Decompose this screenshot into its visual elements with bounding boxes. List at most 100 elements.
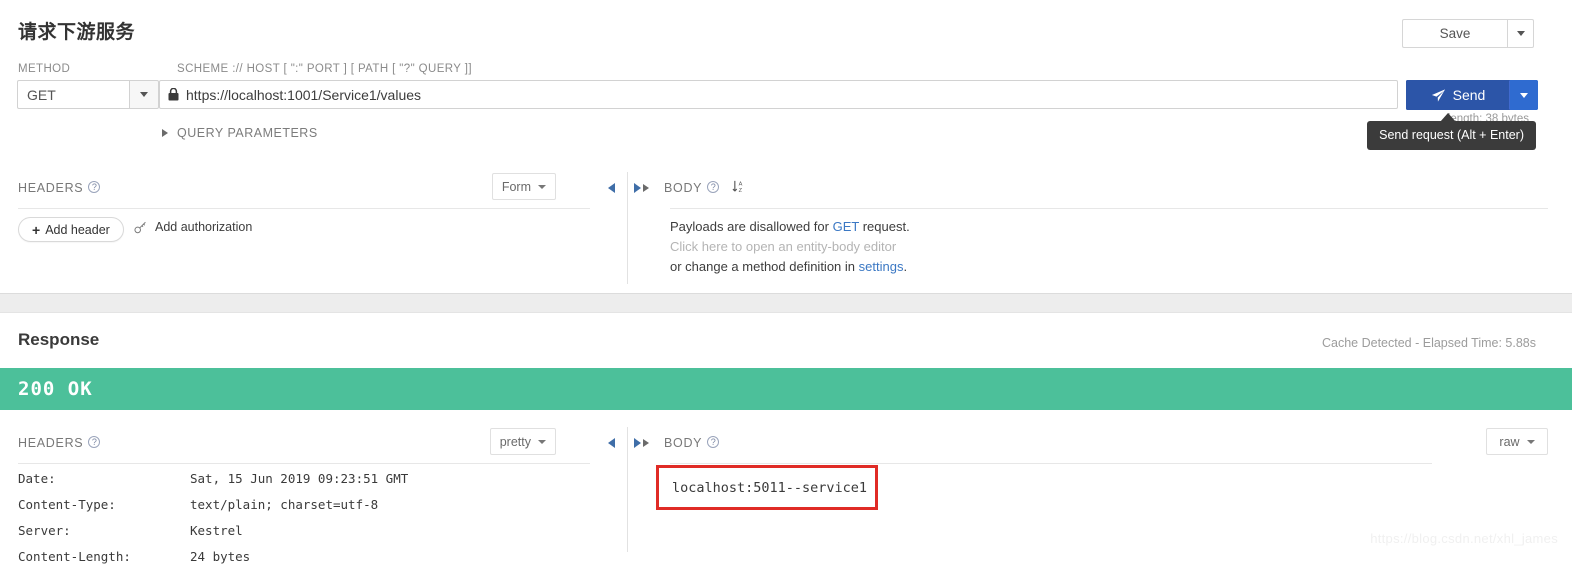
response-headers-table-body: Date: Sat, 15 Jun 2019 09:23:51 GMT Cont…	[18, 471, 408, 575]
request-body-line-2[interactable]: Click here to open an entity-body editor	[670, 237, 910, 257]
table-row: Server: Kestrel	[18, 523, 408, 549]
url-label: SCHEME :// HOST [ ":" PORT ] [ PATH [ "?…	[177, 63, 472, 75]
header-value: Kestrel	[190, 523, 243, 538]
add-header-button[interactable]: + Add header	[18, 217, 124, 242]
header-value: text/plain; charset=utf-8	[190, 497, 379, 512]
svg-text:A: A	[738, 182, 742, 188]
url-value: https://localhost:1001/Service1/values	[186, 86, 422, 103]
send-button[interactable]: Send	[1406, 80, 1510, 110]
cache-detected-info: Cache Detected - Elapsed Time: 5.88s	[1321, 336, 1536, 350]
request-headers-view-select[interactable]: Form	[491, 173, 556, 200]
request-body-line1-post: request.	[859, 219, 910, 234]
request-body-line-3: or change a method definition in setting…	[670, 257, 910, 277]
request-headers-title: HEADERS	[18, 181, 84, 195]
chevron-down-icon	[1516, 31, 1525, 36]
response-body-view-select[interactable]: raw	[1486, 428, 1548, 455]
sort-alpha-icon[interactable]: A Z	[732, 180, 747, 194]
response-panel: Response Cache Detected - Elapsed Time: …	[0, 313, 1572, 564]
response-body-value: localhost:5011--service1	[672, 479, 868, 496]
method-dropdown-toggle[interactable]	[129, 80, 159, 109]
request-headers-view-value: Form	[501, 179, 531, 194]
chevron-down-icon	[1520, 92, 1528, 98]
response-headers-title-wrap: HEADERS?	[18, 434, 101, 452]
response-headers-title: HEADERS	[18, 436, 84, 450]
divider	[670, 463, 1432, 464]
save-button[interactable]: Save	[1402, 19, 1507, 48]
question-mark-icon[interactable]: ?	[88, 181, 101, 193]
request-body-line3-pre: or change a method definition in	[670, 259, 859, 274]
send-tooltip: Send request (Alt + Enter)	[1367, 121, 1536, 150]
query-parameters-label: QUERY PARAMETERS	[177, 126, 318, 140]
collapse-left-icon[interactable]	[608, 438, 615, 448]
request-panel: 请求下游服务 Save METHOD SCHEME :// HOST [ ":"…	[0, 0, 1572, 293]
header-key: Server:	[18, 523, 71, 538]
send-dropdown-toggle[interactable]	[1510, 80, 1538, 110]
triangle-right-icon[interactable]	[643, 439, 649, 447]
save-split-button: Save	[1402, 19, 1534, 48]
chevron-down-icon	[1526, 439, 1535, 444]
divider	[18, 208, 590, 209]
table-row: Date: Sat, 15 Jun 2019 09:23:51 GMT	[18, 471, 408, 497]
save-dropdown-toggle[interactable]	[1507, 19, 1534, 48]
watermark: https://blog.csdn.net/xhl_james	[1370, 531, 1558, 546]
response-body-title-wrap: BODY?	[664, 434, 720, 452]
triangle-right-icon[interactable]	[643, 184, 649, 192]
response-body-view-value: raw	[1499, 434, 1520, 449]
header-key: Date:	[18, 471, 56, 486]
chevron-down-icon	[140, 92, 148, 97]
send-label: Send	[1452, 87, 1486, 103]
response-body-highlight-box: localhost:5011--service1	[656, 465, 878, 510]
add-authorization-label: Add authorization	[155, 220, 253, 234]
request-body-title: BODY	[664, 181, 703, 195]
url-input[interactable]: https://localhost:1001/Service1/values	[159, 80, 1398, 109]
request-body-header: BODY? A Z	[628, 168, 1572, 208]
request-body-settings-link[interactable]: settings	[859, 259, 904, 274]
question-mark-icon[interactable]: ?	[707, 181, 720, 193]
chevron-down-icon	[538, 184, 546, 189]
response-status-text: 200 OK	[18, 378, 93, 400]
header-key: Content-Length:	[18, 549, 131, 564]
method-value[interactable]: GET	[17, 80, 129, 109]
triangle-right-icon	[162, 129, 168, 137]
header-key: Content-Type:	[18, 497, 116, 512]
header-value: 24 bytes	[190, 549, 251, 564]
response-status-band: 200 OK	[0, 368, 1572, 410]
paper-plane-icon	[1431, 88, 1445, 102]
request-headers-title-wrap: HEADERS?	[18, 179, 101, 197]
request-headers-section: HEADERS? Form + Add header Add authoriza…	[0, 168, 615, 293]
request-body-section: BODY? A Z Payloads are disallowed for GE…	[628, 168, 1572, 293]
response-headers-view-select[interactable]: pretty	[489, 428, 556, 455]
page-title: 请求下游服务	[18, 22, 136, 43]
table-row: Content-Type: text/plain; charset=utf-8	[18, 497, 408, 523]
request-body-get-link[interactable]: GET	[833, 219, 860, 234]
divider	[18, 463, 590, 464]
plus-icon: +	[32, 221, 41, 238]
table-row: Content-Length: 24 bytes	[18, 549, 408, 575]
add-header-label: Add header	[45, 222, 110, 237]
svg-text:Z: Z	[738, 188, 742, 194]
response-body-header: BODY?	[628, 423, 1572, 463]
question-mark-icon[interactable]: ?	[707, 436, 720, 448]
response-headers-section: HEADERS? pretty Date: Sat, 15 Jun 2019 0…	[0, 423, 615, 564]
key-icon	[134, 221, 146, 233]
method-label: METHOD	[18, 63, 71, 75]
chevron-down-icon	[538, 439, 546, 444]
request-body-line3-post: .	[903, 259, 908, 274]
collapse-left-icon[interactable]	[608, 183, 615, 193]
request-body-line1-pre: Payloads are disallowed for	[670, 219, 833, 234]
lock-icon	[168, 88, 179, 101]
response-body-title: BODY	[664, 436, 703, 450]
send-split-button: Send	[1406, 80, 1538, 110]
query-parameters-toggle[interactable]: QUERY PARAMETERS	[162, 126, 318, 140]
add-authorization-button[interactable]: Add authorization	[134, 220, 252, 234]
request-body-title-wrap: BODY? A Z	[664, 179, 747, 197]
panel-separator	[0, 293, 1572, 313]
header-value: Sat, 15 Jun 2019 09:23:51 GMT	[190, 471, 409, 486]
response-headers-view-value: pretty	[499, 434, 531, 449]
question-mark-icon[interactable]: ?	[88, 436, 101, 448]
divider	[670, 208, 1548, 209]
method-select: GET	[17, 80, 159, 109]
request-body-line-1: Payloads are disallowed for GET request.	[670, 217, 910, 237]
request-body-message: Payloads are disallowed for GET request.…	[670, 217, 910, 277]
response-headers-table: Date: Sat, 15 Jun 2019 09:23:51 GMT Cont…	[18, 471, 408, 575]
